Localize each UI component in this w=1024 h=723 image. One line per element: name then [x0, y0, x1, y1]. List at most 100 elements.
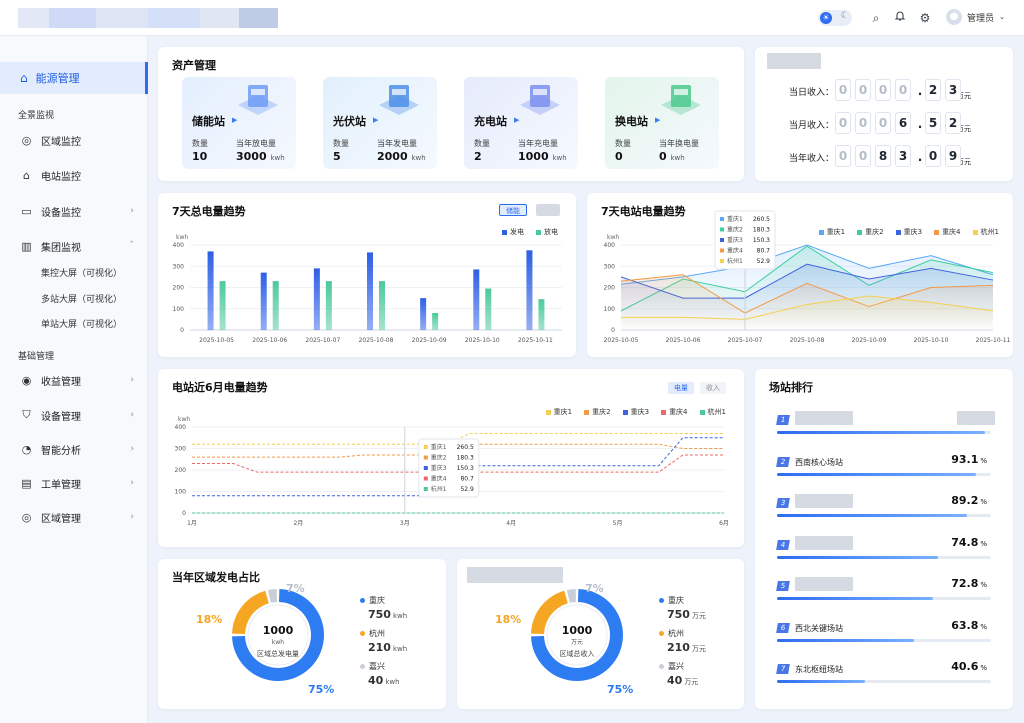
- asset-card[interactable]: 充电站 ▶ 数量 当年充电量 2 1000 kwh: [464, 77, 578, 169]
- ranking-row[interactable]: 3 89.2%: [769, 494, 995, 530]
- y-tick-label: 100: [604, 306, 616, 313]
- x-tick-label: 2025-10-07: [305, 337, 340, 344]
- asset-card[interactable]: 储能站 ▶ 数量 当年放电量 10 3000 kwh: [182, 77, 296, 169]
- legend-item[interactable]: 重庆2: [857, 227, 884, 237]
- chart-legend[interactable]: 重庆1 重庆2 重庆3 重庆4 杭州1: [545, 407, 726, 417]
- x-tick-label: 2025-10-05: [199, 337, 234, 344]
- legend-item[interactable]: 杭州1: [699, 407, 726, 417]
- donut-slice[interactable]: [267, 589, 278, 603]
- nav-region-monitor[interactable]: ◎ 区域监控: [0, 129, 148, 151]
- chevron-right-icon: ›: [130, 375, 134, 385]
- legend-item[interactable]: 重庆1: [545, 407, 572, 417]
- rank-progress-fill: [777, 680, 865, 683]
- ranking-row[interactable]: 7 东北枢纽场站 40.6%: [769, 660, 995, 696]
- legend-item[interactable]: 重庆1: [818, 227, 845, 237]
- x-tick-label: 2025-10-10: [465, 337, 500, 344]
- bar[interactable]: [260, 272, 267, 330]
- tooltip-swatch: [720, 248, 724, 253]
- rank-value: 40.6%: [951, 660, 987, 673]
- ranking-row[interactable]: 6 西北关键场站 63.8%: [769, 619, 995, 655]
- legend-item[interactable]: 杭州1: [972, 227, 999, 237]
- legend-item[interactable]: 重庆4: [934, 227, 961, 237]
- legend-swatch: [972, 229, 978, 235]
- bar[interactable]: [379, 281, 385, 330]
- nav-sub-central-screen[interactable]: 集控大屏（可视化）: [41, 266, 122, 279]
- settings-icon[interactable]: ⚙: [917, 10, 933, 26]
- tooltip-swatch: [720, 217, 724, 221]
- ranking-row[interactable]: 5 72.8%: [769, 577, 995, 613]
- rank-badge: 6: [776, 622, 790, 633]
- legend-value: 210 万元: [667, 641, 706, 654]
- total-energy-chart-card: 7天总电量趋势 储能 kwh 0 100 200 300 400 2025-10-05 202…: [158, 193, 576, 357]
- donut-slice[interactable]: [566, 589, 577, 603]
- legend-swatch: [584, 409, 590, 415]
- theme-toggle[interactable]: ☀ ☾: [818, 10, 852, 26]
- nav-region-management[interactable]: ◎ 区域管理 ›: [0, 506, 148, 528]
- legend-swatch: [661, 409, 667, 415]
- income-digit: 0: [855, 79, 871, 101]
- legend-swatch: [622, 409, 628, 415]
- bar[interactable]: [367, 252, 373, 330]
- bar[interactable]: [272, 281, 279, 330]
- nav-analysis[interactable]: ◔ 智能分析 ›: [0, 438, 148, 460]
- y-axis-label: kwh: [607, 234, 619, 241]
- bar[interactable]: [219, 281, 226, 330]
- chart-legend[interactable]: 发电 放电: [502, 227, 558, 237]
- tooltip: 重庆1 260.5 重庆2 180.3 重庆3 150.3 重庆4 80.7 杭州1 52.9: [418, 438, 480, 498]
- bar[interactable]: [473, 269, 480, 330]
- line-chart: kwh 0 100 200 300 400 2025-10-05 2025-10-06 2025…: [604, 210, 1011, 344]
- bar[interactable]: [538, 299, 545, 330]
- pct-label: 75%: [308, 683, 335, 696]
- nav-work-order[interactable]: ▤ 工单管理 ›: [0, 472, 148, 494]
- bell-icon[interactable]: [892, 10, 908, 26]
- ranking-row[interactable]: 2 西南核心场站 93.1%: [769, 453, 995, 489]
- income-digit: 0: [925, 145, 941, 167]
- sidebar: ⌂ 能源管理 全景监视 ◎ 区域监控 ⌂ 电站监控 ▭ 设备监控 › ▥ 集团监视 ˆ 集控…: [0, 36, 148, 723]
- nav-sub-multi-screen[interactable]: 多站大屏（可视化）: [41, 292, 122, 305]
- legend-item[interactable]: 重庆2: [584, 407, 611, 417]
- legend-item[interactable]: 重庆4: [661, 407, 688, 417]
- asset-card[interactable]: 光伏站 ▶ 数量 当年发电量 5 2000 kwh: [323, 77, 437, 169]
- search-icon[interactable]: ⌕: [868, 10, 884, 26]
- asset-energy-value: 2000 kwh: [377, 150, 426, 163]
- legend-item[interactable]: 发电: [502, 227, 524, 237]
- bar[interactable]: [325, 281, 332, 330]
- nav-station-monitor[interactable]: ⌂ 电站监控: [0, 164, 148, 186]
- donut-legend-item[interactable]: 杭州 210 kwh: [360, 628, 440, 654]
- donut-legend-item[interactable]: 嘉兴 40 万元: [659, 661, 739, 687]
- bar[interactable]: [526, 250, 533, 330]
- nav-revenue[interactable]: ◉ 收益管理 ›: [0, 369, 148, 391]
- nav-sub-single-screen[interactable]: 单站大屏（可视化）: [41, 317, 122, 330]
- play-icon: ▶: [373, 116, 379, 124]
- legend-item[interactable]: 放电: [536, 227, 558, 237]
- y-tick-label: 0: [611, 327, 615, 334]
- nav-energy-management[interactable]: ⌂ 能源管理: [0, 62, 148, 94]
- legend-item[interactable]: 重庆3: [622, 407, 649, 417]
- ranking-row[interactable]: 4 74.8%: [769, 535, 995, 572]
- chart-legend[interactable]: 重庆1 重庆2 重庆3 重庆4 杭州1: [818, 227, 999, 237]
- asset-card[interactable]: 换电站 ▶ 数量 当年换电量 0 0 kwh: [605, 77, 719, 169]
- bar[interactable]: [313, 268, 320, 330]
- donut-center-value: 1000: [562, 624, 593, 637]
- user-menu[interactable]: ● 管理员 ⌄: [946, 9, 1005, 25]
- tooltip-series: 重庆1: [727, 215, 743, 223]
- donut-legend-item[interactable]: 嘉兴 40 kwh: [360, 661, 440, 687]
- bar[interactable]: [485, 288, 492, 330]
- ranking-row[interactable]: 1: [769, 411, 995, 447]
- income-card: 当日收入： 万元 0 0 0 0. 2 3 当月收入： 万元 0 0 0 6. 5 2 当年收入： 万元…: [755, 47, 1013, 181]
- x-tick-label: 2025-10-08: [790, 337, 825, 344]
- donut-legend-item[interactable]: 重庆 750 万元: [659, 595, 739, 621]
- rank-progress-fill: [777, 597, 934, 600]
- legend-swatch: [502, 229, 507, 235]
- rank-name: 东北枢纽场站: [795, 665, 843, 674]
- income-row: 当年收入： 万元 0 0 8 3. 0 9: [755, 145, 1013, 169]
- donut-legend-item[interactable]: 重庆 750 kwh: [360, 595, 440, 621]
- bar[interactable]: [207, 251, 214, 330]
- legend-item[interactable]: 重庆3: [895, 227, 922, 237]
- donut-legend-item[interactable]: 杭州 210 万元: [659, 628, 739, 654]
- nav-group-monitor[interactable]: ▥ 集团监视 ˆ: [0, 235, 148, 257]
- bar[interactable]: [432, 313, 439, 330]
- bar[interactable]: [420, 298, 427, 330]
- nav-device-management[interactable]: ⛉ 设备管理 ›: [0, 404, 148, 426]
- nav-device-monitor[interactable]: ▭ 设备监控 ›: [0, 200, 148, 222]
